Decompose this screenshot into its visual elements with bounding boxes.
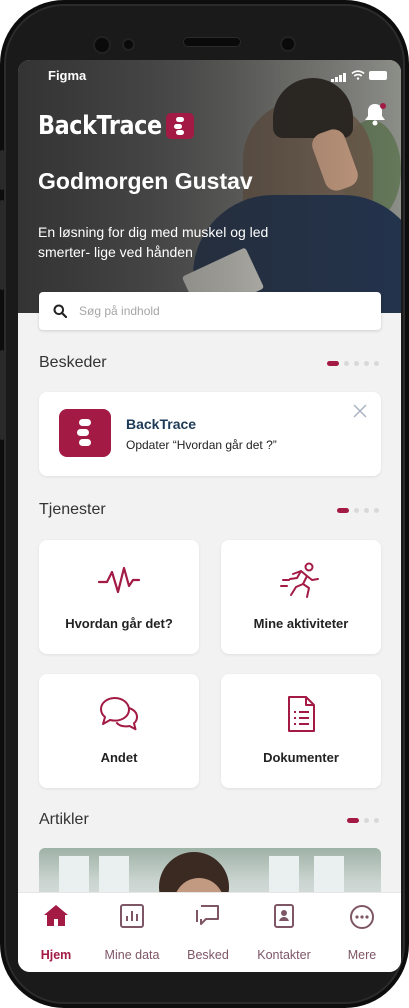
home-icon bbox=[44, 905, 68, 926]
tab-label: Mine data bbox=[104, 948, 160, 962]
service-tile-andet[interactable]: Andet bbox=[39, 674, 199, 788]
pager-dot[interactable] bbox=[347, 818, 359, 823]
article-photo-window bbox=[59, 856, 89, 896]
pager-dot[interactable] bbox=[327, 361, 339, 366]
notification-bell-icon[interactable] bbox=[359, 98, 391, 130]
wifi-icon bbox=[351, 70, 365, 80]
service-tile-mine-aktiviteter[interactable]: Mine aktiviteter bbox=[221, 540, 381, 654]
sensor bbox=[124, 40, 133, 49]
services-pager[interactable] bbox=[337, 508, 379, 513]
article-photo-window bbox=[314, 856, 344, 896]
tab-label: Kontakter bbox=[257, 948, 311, 962]
pager-dot[interactable] bbox=[354, 508, 359, 513]
message-icon bbox=[196, 905, 219, 925]
pager-dot[interactable] bbox=[337, 508, 349, 513]
document-icon bbox=[288, 696, 315, 732]
side-button bbox=[0, 350, 4, 440]
message-text: Opdater “Hvordan går det ?” bbox=[126, 438, 277, 452]
tab-label: Besked bbox=[187, 948, 229, 962]
tab-mere[interactable]: Mere bbox=[324, 893, 400, 972]
brand-logo: BackTrace bbox=[38, 111, 194, 141]
pager-dot[interactable] bbox=[354, 361, 359, 366]
pulse-icon bbox=[97, 566, 141, 594]
articles-section-title: Artikler bbox=[39, 811, 89, 828]
close-icon[interactable] bbox=[353, 404, 367, 418]
tab-mine-data[interactable]: Mine data bbox=[94, 893, 170, 972]
speaker-grille bbox=[184, 38, 240, 46]
pager-dot[interactable] bbox=[374, 818, 379, 823]
search-input[interactable] bbox=[77, 303, 361, 319]
articles-pager[interactable] bbox=[347, 818, 379, 823]
brand-mark-icon bbox=[165, 113, 194, 139]
bottom-tab-bar: Hjem Mine data Besked Kontakter Mere bbox=[18, 892, 401, 972]
pager-dot[interactable] bbox=[364, 818, 369, 823]
sensor bbox=[282, 38, 294, 50]
chart-icon bbox=[120, 904, 144, 928]
article-photo-window bbox=[269, 856, 299, 896]
service-tile-label: Dokumenter bbox=[263, 750, 339, 765]
signal-icon bbox=[331, 68, 347, 82]
greeting-subtitle: En løsning for dig med muskel og led sme… bbox=[38, 224, 269, 260]
app-screen: Figma BackTrace Godmorgen Gustav En løsn… bbox=[18, 60, 401, 972]
tab-hjem[interactable]: Hjem bbox=[18, 893, 94, 972]
backtrace-logo-icon bbox=[59, 409, 111, 457]
messages-section-title: Beskeder bbox=[39, 354, 107, 371]
tab-kontakter[interactable]: Kontakter bbox=[246, 893, 322, 972]
tab-label: Hjem bbox=[40, 948, 72, 962]
status-icons bbox=[331, 68, 387, 82]
tab-besked[interactable]: Besked bbox=[170, 893, 246, 972]
article-photo-window bbox=[99, 856, 129, 896]
brand-name: BackTrace bbox=[38, 111, 162, 141]
pager-dot[interactable] bbox=[364, 361, 369, 366]
phone-frame: Figma BackTrace Godmorgen Gustav En løsn… bbox=[0, 0, 409, 1008]
contacts-icon bbox=[274, 904, 294, 928]
volume-button bbox=[0, 150, 4, 190]
service-tile-dokumenter[interactable]: Dokumenter bbox=[221, 674, 381, 788]
chat-bubbles-icon bbox=[100, 697, 138, 731]
service-tile-label: Mine aktiviteter bbox=[253, 616, 349, 631]
pager-dot[interactable] bbox=[344, 361, 349, 366]
more-icon bbox=[350, 905, 374, 929]
messages-pager[interactable] bbox=[327, 361, 379, 366]
running-icon bbox=[280, 562, 319, 598]
tab-label: Mere bbox=[347, 948, 377, 962]
services-section-title: Tjenester bbox=[39, 501, 106, 518]
front-camera bbox=[95, 38, 109, 52]
greeting-title: Godmorgen Gustav bbox=[38, 168, 253, 194]
pager-dot[interactable] bbox=[364, 508, 369, 513]
service-tile-label: Hvordan går det? bbox=[65, 616, 173, 631]
search-icon bbox=[53, 304, 67, 318]
pager-dot[interactable] bbox=[374, 361, 379, 366]
status-carrier: Figma bbox=[48, 68, 87, 83]
message-sender: BackTrace bbox=[126, 416, 197, 432]
service-tile-hvordan-gaar-det[interactable]: Hvordan går det? bbox=[39, 540, 199, 654]
volume-button bbox=[0, 200, 4, 290]
search-bar[interactable] bbox=[39, 292, 381, 330]
pager-dot[interactable] bbox=[374, 508, 379, 513]
battery-icon bbox=[369, 70, 387, 80]
message-card[interactable]: BackTrace Opdater “Hvordan går det ?” bbox=[39, 392, 381, 476]
service-tile-label: Andet bbox=[100, 750, 138, 765]
top-bezel bbox=[0, 0, 409, 62]
